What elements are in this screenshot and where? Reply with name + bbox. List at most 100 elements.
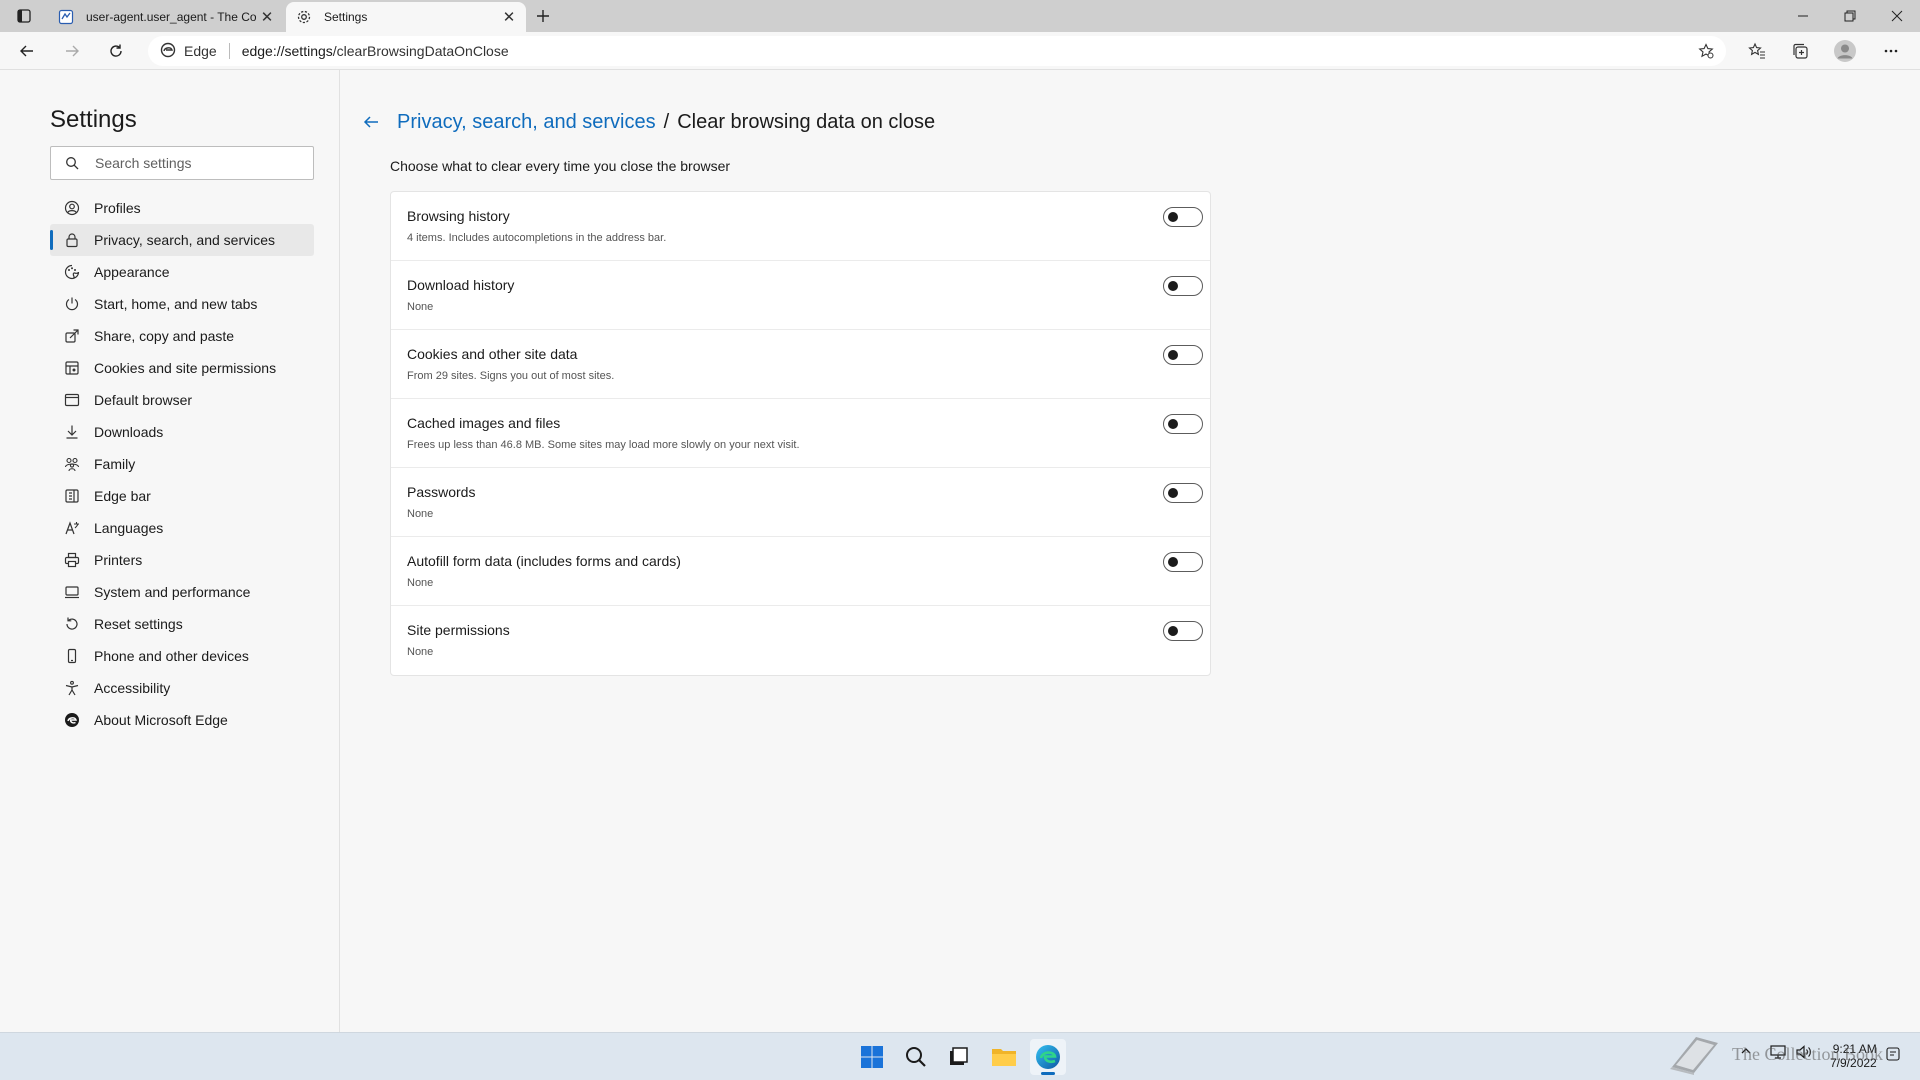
restore-icon[interactable] [1827, 0, 1873, 32]
option-browsing-history: Browsing history 4 items. Includes autoc… [391, 192, 1210, 261]
sidebar-item-start-home[interactable]: Start, home, and new tabs [50, 288, 314, 320]
web-page-icon [58, 9, 74, 25]
autofill-toggle[interactable] [1163, 552, 1203, 572]
edge-bar-icon [64, 488, 80, 504]
sidebar-item-profiles[interactable]: Profiles [50, 192, 314, 224]
add-favorite-icon[interactable] [1694, 40, 1718, 62]
download-history-toggle[interactable] [1163, 276, 1203, 296]
cookies-toggle[interactable] [1163, 345, 1203, 365]
tab-actions-icon[interactable] [8, 4, 40, 28]
sidebar-item-label: Family [94, 456, 136, 472]
more-options-icon[interactable] [1876, 37, 1906, 65]
close-tab-icon[interactable]: ✕ [256, 6, 278, 28]
sidebar-item-printers[interactable]: Printers [50, 544, 314, 576]
option-title: Autofill form data (includes forms and c… [407, 553, 681, 569]
option-subtitle: None [407, 301, 434, 313]
sidebar-item-downloads[interactable]: Downloads [50, 416, 314, 448]
edge-logo-icon [64, 712, 80, 728]
sidebar-item-label: Languages [94, 520, 164, 536]
forward-arrow-icon[interactable] [57, 37, 87, 65]
sidebar-item-share-copy[interactable]: Share, copy and paste [50, 320, 314, 352]
phone-icon [64, 648, 80, 664]
sidebar-item-default-browser[interactable]: Default browser [50, 384, 314, 416]
site-permissions-toggle[interactable] [1163, 621, 1203, 641]
appearance-icon [64, 264, 80, 280]
download-icon [64, 424, 80, 440]
option-title: Cookies and other site data [407, 346, 578, 362]
settings-sidebar: Settings Profiles Privacy, search, and s… [0, 70, 340, 1032]
windows-start-icon[interactable] [854, 1039, 890, 1075]
browsing-history-toggle[interactable] [1163, 207, 1203, 227]
browser-icon [64, 392, 80, 408]
option-subtitle: None [407, 646, 434, 658]
sidebar-item-label: Edge bar [94, 488, 151, 504]
option-subtitle: None [407, 577, 434, 589]
settings-nav: Profiles Privacy, search, and services A… [50, 192, 314, 736]
search-box[interactable] [50, 146, 314, 180]
option-title: Passwords [407, 484, 476, 500]
option-subtitle: Frees up less than 46.8 MB. Some sites m… [407, 439, 800, 451]
sidebar-item-label: Default browser [94, 392, 193, 408]
tab-title: Settings [324, 10, 368, 24]
search-input[interactable] [95, 155, 295, 171]
sidebar-item-label: Profiles [94, 200, 141, 216]
file-explorer-icon[interactable] [986, 1039, 1022, 1075]
sidebar-item-label: Cookies and site permissions [94, 360, 277, 376]
passwords-toggle[interactable] [1163, 483, 1203, 503]
minimize-icon[interactable] [1780, 0, 1826, 32]
sidebar-item-appearance[interactable]: Appearance [50, 256, 314, 288]
sidebar-item-label: Appearance [94, 264, 170, 280]
share-icon [64, 328, 80, 344]
accessibility-icon [64, 680, 80, 696]
edge-taskbar-icon[interactable] [1030, 1039, 1066, 1075]
reset-icon [64, 616, 80, 632]
sidebar-item-privacy[interactable]: Privacy, search, and services [50, 224, 314, 256]
tab-title: user-agent.user_agent - The Coll [86, 10, 256, 24]
cookies-icon [64, 360, 80, 376]
collections-icon[interactable] [1785, 37, 1815, 65]
sidebar-item-accessibility[interactable]: Accessibility [50, 672, 314, 704]
toolbar: Edge edge://settings/clearBrowsingDataOn… [0, 32, 1920, 70]
option-download-history: Download history None [391, 261, 1210, 330]
new-tab-icon[interactable] [530, 4, 556, 28]
profile-avatar-icon[interactable] [1830, 37, 1860, 65]
page-description: Choose what to clear every time you clos… [390, 158, 731, 174]
sidebar-item-system[interactable]: System and performance [50, 576, 314, 608]
tab-bar: user-agent.user_agent - The Coll ✕ Setti… [0, 0, 1920, 32]
option-subtitle: None [407, 508, 434, 520]
profile-icon [64, 200, 80, 216]
taskbar: 9:21 AM 7/9/2022 [0, 1032, 1920, 1080]
tab-settings[interactable]: Settings ✕ [286, 2, 526, 32]
close-tab-icon[interactable]: ✕ [498, 6, 520, 28]
favorites-icon[interactable] [1742, 37, 1772, 65]
back-arrow-icon[interactable] [359, 110, 383, 134]
sidebar-item-phone[interactable]: Phone and other devices [50, 640, 314, 672]
option-subtitle: From 29 sites. Signs you out of most sit… [407, 370, 615, 382]
refresh-icon[interactable] [101, 37, 131, 65]
breadcrumb-parent-link[interactable]: Privacy, search, and services [397, 111, 656, 134]
option-cookies: Cookies and other site data From 29 site… [391, 330, 1210, 399]
lock-icon [64, 232, 80, 248]
sidebar-item-about[interactable]: About Microsoft Edge [50, 704, 314, 736]
sidebar-item-label: System and performance [94, 584, 251, 600]
watermark-text: The Collection Book [1732, 1043, 1883, 1064]
sidebar-item-edge-bar[interactable]: Edge bar [50, 480, 314, 512]
sidebar-item-reset[interactable]: Reset settings [50, 608, 314, 640]
task-view-icon[interactable] [940, 1039, 976, 1075]
back-arrow-icon[interactable] [12, 37, 42, 65]
address-bar[interactable]: Edge edge://settings/clearBrowsingDataOn… [148, 36, 1726, 66]
search-icon[interactable] [898, 1039, 934, 1075]
edge-badge-label: Edge [184, 43, 217, 59]
sidebar-item-cookies[interactable]: Cookies and site permissions [50, 352, 314, 384]
option-title: Cached images and files [407, 415, 561, 431]
cached-images-toggle[interactable] [1163, 414, 1203, 434]
sidebar-item-languages[interactable]: Languages [50, 512, 314, 544]
sidebar-item-family[interactable]: Family [50, 448, 314, 480]
tab-user-agent[interactable]: user-agent.user_agent - The Coll ✕ [48, 2, 284, 32]
option-passwords: Passwords None [391, 468, 1210, 537]
close-window-icon[interactable] [1874, 0, 1920, 32]
option-cached-images: Cached images and files Frees up less th… [391, 399, 1210, 468]
sidebar-item-label: Downloads [94, 424, 164, 440]
sidebar-item-label: Phone and other devices [94, 648, 249, 664]
family-icon [64, 456, 80, 472]
